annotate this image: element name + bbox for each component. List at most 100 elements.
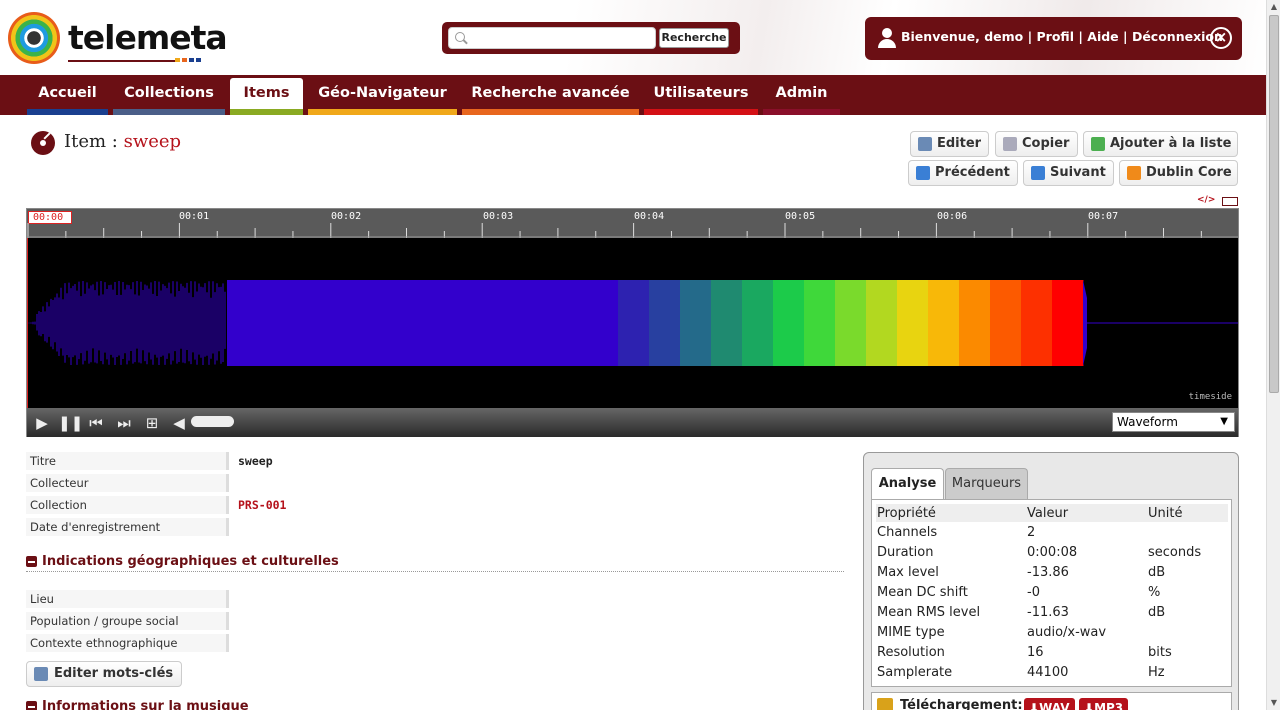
edit-keywords-button[interactable]: Editer mots-clés <box>26 661 182 687</box>
table-cell: 44100 <box>1027 664 1069 680</box>
collapse-icon[interactable] <box>26 701 37 710</box>
search-form: Recherche <box>442 22 740 54</box>
previous-button[interactable]: Précédent <box>908 160 1018 186</box>
tab-analyse[interactable]: Analyse <box>871 468 944 500</box>
table-cell: -13.86 <box>1027 564 1069 580</box>
logo-dots <box>175 58 201 62</box>
table-header-row: Propriété Valeur Unité <box>876 504 1228 522</box>
page-scrollbar[interactable]: ▲ ▼ <box>1266 0 1280 710</box>
table-cell: bits <box>1148 644 1172 660</box>
table-cell: Mean DC shift <box>877 584 968 600</box>
time-label: 00:02 <box>331 211 362 222</box>
analysis-table-box: Propriété Valeur Unité Channels 2 Duration… <box>871 499 1232 687</box>
field-label-contexte: Contexte ethnographique <box>26 634 229 652</box>
rewind-icon[interactable]: ⏮ <box>85 412 107 434</box>
download-label: Téléchargement: <box>900 698 1023 710</box>
time-label: 00:04 <box>634 211 665 222</box>
table-cell: % <box>1148 584 1161 600</box>
edit-icon <box>918 137 932 151</box>
audio-player: 00:00 00:01 00:02 00:03 00:04 00:05 00:0… <box>26 208 1239 437</box>
field-value-collection[interactable]: PRS-001 <box>238 496 286 514</box>
table-cell: 16 <box>1027 644 1044 660</box>
nav-item-admin[interactable]: Admin <box>763 78 840 115</box>
forward-icon[interactable]: ⏭ <box>113 412 135 434</box>
item-disc-icon <box>31 131 55 155</box>
edit-icon <box>34 667 48 681</box>
field-label-collecteur: Collecteur <box>26 474 229 492</box>
scroll-down-icon[interactable]: ▼ <box>1267 696 1280 710</box>
view-select[interactable]: Waveform ▼ <box>1112 412 1235 432</box>
timeline-ruler[interactable]: 00:00 00:01 00:02 00:03 00:04 00:05 00:0… <box>27 209 1238 238</box>
scroll-thumb[interactable] <box>1269 15 1279 393</box>
welcome-text: Bienvenue, demo <box>901 29 1024 44</box>
geo-section-header[interactable]: Indications géographiques et culturelles <box>26 554 844 572</box>
field-value-titre: sweep <box>238 454 273 468</box>
header: telemeta Recherche Bienvenue, demo | Pro… <box>0 0 1266 75</box>
time-label: 00:01 <box>179 211 210 222</box>
table-row: Mean DC shift -0% <box>876 582 1228 602</box>
analysis-panel: Analyse Marqueurs Propriété Valeur Unité… <box>863 452 1239 710</box>
nav-item-items[interactable]: Items <box>230 78 303 115</box>
nav-item-accueil[interactable]: Accueil <box>27 78 108 115</box>
volume-slider[interactable] <box>191 416 234 427</box>
fullscreen-icon[interactable] <box>1222 197 1238 206</box>
embed-code-icon[interactable]: </> <box>1197 195 1215 205</box>
nav-item-utilisateurs[interactable]: Utilisateurs <box>644 78 758 115</box>
download-box: Téléchargement: ⬇WAV ⬇MP3 <box>871 692 1232 710</box>
field-label-lieu: Lieu <box>26 590 229 608</box>
download-mp3-button[interactable]: ⬇MP3 <box>1079 698 1129 710</box>
nav-item-collections[interactable]: Collections <box>113 78 225 115</box>
download-wav-button[interactable]: ⬇WAV <box>1024 698 1075 710</box>
time-label: 00:05 <box>785 211 816 222</box>
search-field-wrap <box>448 27 656 49</box>
search-input[interactable] <box>471 30 651 46</box>
table-cell: MIME type <box>877 624 945 640</box>
column-header: Valeur <box>1026 504 1147 522</box>
time-label: 00:03 <box>483 211 514 222</box>
profile-link[interactable]: Profil <box>1037 29 1074 44</box>
copy-button[interactable]: Copier <box>995 131 1078 157</box>
table-row: Samplerate 44100 Hz <box>876 662 1228 682</box>
player-controls: ▶ ❚❚ ⏮ ⏭ ⊞ ◀ Waveform ▼ <box>27 408 1238 437</box>
tab-marqueurs[interactable]: Marqueurs <box>945 468 1028 499</box>
volume-icon[interactable]: ◀ <box>168 412 190 434</box>
pause-icon[interactable]: ❚❚ <box>58 412 83 434</box>
table-cell: audio/x-wav <box>1027 624 1107 640</box>
collapse-icon[interactable] <box>26 556 37 567</box>
waveform-display[interactable] <box>27 238 1238 408</box>
help-link[interactable]: Aide <box>1087 29 1118 44</box>
table-cell: 2 <box>1027 524 1036 540</box>
add-marker-icon[interactable]: ⊞ <box>141 412 163 434</box>
logo-underline <box>68 58 178 62</box>
nav-item-geo-navigateur[interactable]: Géo-Navigateur <box>308 78 457 115</box>
column-header: Unité <box>1147 504 1228 522</box>
table-row: Max level -13.86 dB <box>876 562 1228 582</box>
table-cell: seconds <box>1148 544 1202 560</box>
dublin-core-button[interactable]: Dublin Core <box>1119 160 1238 186</box>
search-button[interactable]: Recherche <box>659 28 729 48</box>
download-folder-icon <box>877 698 893 710</box>
table-row: MIME type audio/x-wav <box>876 622 1228 642</box>
scroll-up-icon[interactable]: ▲ <box>1267 0 1280 14</box>
page-title: Item : sweep <box>64 131 182 152</box>
edit-button[interactable]: Editer <box>910 131 989 157</box>
table-cell: Duration <box>877 544 934 560</box>
search-icon <box>455 32 465 42</box>
user-icon <box>877 28 897 48</box>
telemeta-logo[interactable]: telemeta <box>8 12 228 68</box>
next-button[interactable]: Suivant <box>1023 160 1114 186</box>
field-label-titre: Titre <box>26 452 229 470</box>
analysis-table: Propriété Valeur Unité Channels 2 Duration… <box>876 504 1228 682</box>
time-label: 00:06 <box>937 211 968 222</box>
copy-icon <box>1003 137 1017 151</box>
play-icon[interactable]: ▶ <box>31 412 53 434</box>
field-label-population: Population / groupe social <box>26 612 229 630</box>
logo-text: telemeta <box>68 18 228 57</box>
nav-item-recherche-avancee[interactable]: Recherche avancée <box>462 78 639 115</box>
table-cell: -11.63 <box>1027 604 1069 620</box>
table-cell <box>1147 522 1228 542</box>
music-section-header[interactable]: Informations sur la musique <box>26 699 844 710</box>
logout-icon[interactable]: × <box>1210 27 1232 49</box>
add-to-list-button[interactable]: Ajouter à la liste <box>1083 131 1238 157</box>
table-cell: -0 <box>1027 584 1040 600</box>
